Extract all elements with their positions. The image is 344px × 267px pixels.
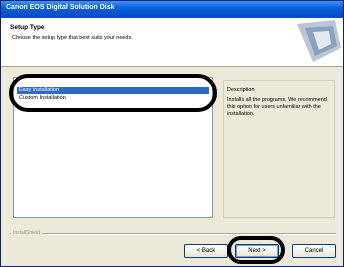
title-bar[interactable]: Canon EOS Digital Solution Disk bbox=[1, 1, 343, 18]
back-button[interactable]: < Back bbox=[184, 244, 228, 258]
setup-type-list[interactable]: Easy Installation Custom Installation bbox=[13, 77, 213, 218]
description-text: Installs all the programs. We recommend … bbox=[227, 97, 327, 117]
setup-dialog: Canon EOS Digital Solution Disk Setup Ty… bbox=[0, 0, 344, 267]
window-title: Canon EOS Digital Solution Disk bbox=[6, 4, 115, 11]
setup-graphic-icon bbox=[283, 18, 343, 66]
list-item-custom-installation[interactable]: Custom Installation bbox=[17, 95, 209, 102]
footer-divider bbox=[10, 233, 336, 235]
description-label: Description bbox=[227, 87, 255, 93]
next-button[interactable]: Next > bbox=[235, 244, 279, 258]
list-item-easy-installation[interactable]: Easy Installation bbox=[17, 87, 209, 94]
header-title: Setup Type bbox=[10, 24, 45, 31]
header-subtitle: Choose the setup type that best suits yo… bbox=[12, 35, 133, 41]
cancel-button[interactable]: Cancel bbox=[292, 244, 336, 258]
dialog-header: Setup Type Choose the setup type that be… bbox=[1, 18, 343, 67]
installer-brand: InstallShield bbox=[11, 230, 42, 236]
